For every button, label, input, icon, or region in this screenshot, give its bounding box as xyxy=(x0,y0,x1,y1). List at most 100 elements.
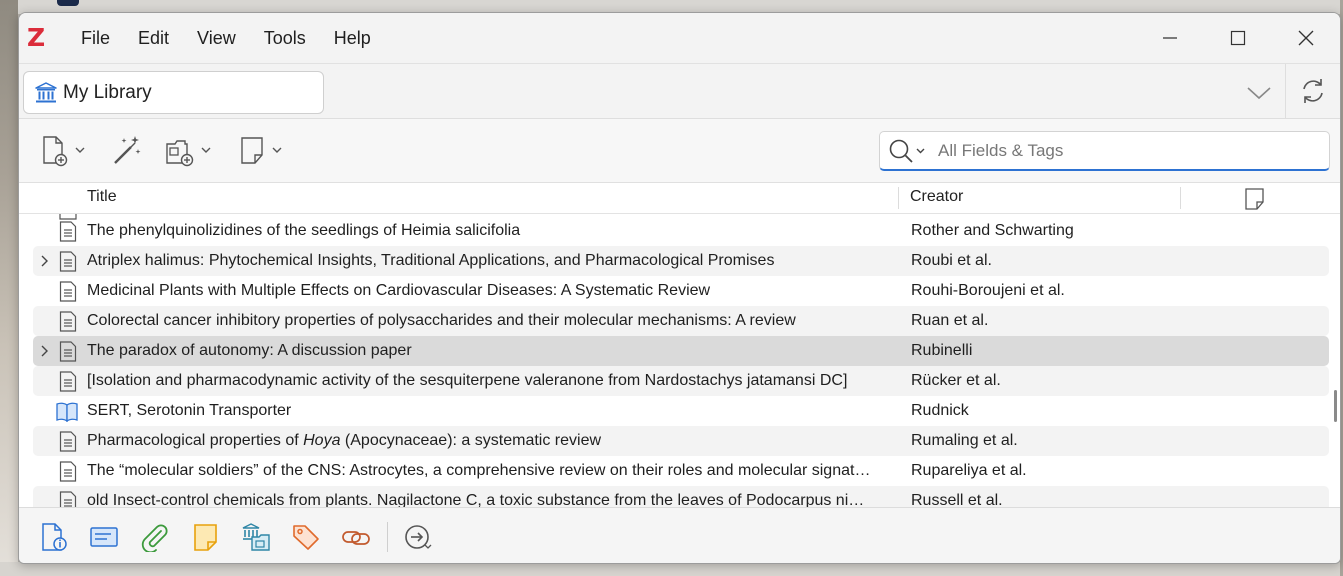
item-title: Pharmacological properties of Hoya (Apoc… xyxy=(87,432,893,450)
document-icon xyxy=(59,431,77,452)
zotero-window: Z File Edit View Tools Help My Library A… xyxy=(18,12,1341,564)
scrollbar-thumb[interactable] xyxy=(1334,390,1337,422)
menu-help[interactable]: Help xyxy=(320,26,385,50)
item-title: [Isolation and pharmacodynamic activity … xyxy=(87,372,848,389)
item-creator: Rudnick xyxy=(911,402,969,419)
desktop-background-bottom xyxy=(0,562,1343,576)
item-title: Colorectal cancer inhibitory properties … xyxy=(87,312,796,329)
search-box[interactable] xyxy=(879,131,1330,171)
column-header-row: Title Creator xyxy=(19,183,1340,214)
item-creator: Ruan et al. xyxy=(911,312,989,329)
divider xyxy=(1285,64,1286,120)
search-input[interactable] xyxy=(938,138,1318,164)
table-row[interactable]: Atriplex halimus: Phytochemical Insights… xyxy=(33,246,1329,276)
chevron-right-icon[interactable] xyxy=(37,343,53,359)
taskbar-chip xyxy=(57,0,79,6)
libraries-collections-icon[interactable] xyxy=(241,522,271,552)
new-note-button[interactable] xyxy=(239,135,291,167)
item-title-part: (Apocynaceae): a systematic review xyxy=(340,432,602,449)
new-item-button[interactable] xyxy=(41,135,93,167)
items-list[interactable]: The phenylquinolizidines of the seedling… xyxy=(19,214,1340,507)
item-title-italic: Hoya xyxy=(303,432,341,449)
table-row[interactable]: The phenylquinolizidines of the seedling… xyxy=(33,216,1329,246)
library-selector[interactable]: My Library xyxy=(23,71,324,114)
item-title: The phenylquinolizidines of the seedling… xyxy=(87,222,521,239)
item-title: The paradox of autonomy: A discussion pa… xyxy=(87,342,412,359)
table-row[interactable]: Colorectal cancer inhibitory properties … xyxy=(33,306,1329,336)
column-divider[interactable] xyxy=(898,187,899,209)
document-icon xyxy=(59,221,77,242)
title-bar: Z File Edit View Tools Help xyxy=(19,13,1340,63)
item-creator: Rupareliya et al. xyxy=(911,462,1027,479)
document-icon xyxy=(59,461,77,482)
document-icon xyxy=(59,311,77,332)
table-row[interactable]: [Isolation and pharmacodynamic activity … xyxy=(33,366,1329,396)
chevron-down-icon[interactable] xyxy=(1244,78,1274,108)
item-creator: Roubi et al. xyxy=(911,252,992,269)
item-title: old Insect-control chemicals from plants… xyxy=(87,492,865,507)
items-toolbar xyxy=(19,119,1340,183)
library-name: My Library xyxy=(63,81,152,103)
menu-file[interactable]: File xyxy=(67,26,124,50)
add-by-identifier-button[interactable] xyxy=(111,135,143,167)
column-header-creator[interactable]: Creator xyxy=(910,188,963,206)
document-icon xyxy=(59,281,77,302)
menu-view[interactable]: View xyxy=(183,26,250,50)
maximize-button[interactable] xyxy=(1204,13,1272,63)
minimize-button[interactable] xyxy=(1136,13,1204,63)
item-creator: Rumaling et al. xyxy=(911,432,1018,449)
item-title: The “molecular soldiers” of the CNS: Ast… xyxy=(87,462,871,479)
table-row-selected[interactable]: The paradox of autonomy: A discussion pa… xyxy=(33,336,1329,366)
maximize-icon xyxy=(1230,30,1246,46)
note-icon[interactable] xyxy=(191,522,221,552)
chevron-right-icon[interactable] xyxy=(37,253,53,269)
document-icon xyxy=(59,251,77,272)
new-item-icon xyxy=(43,136,85,167)
minimize-icon xyxy=(1163,37,1177,39)
abstract-icon[interactable] xyxy=(89,522,119,552)
item-title: SERT, Serotonin Transporter xyxy=(87,402,292,419)
tag-icon[interactable] xyxy=(291,522,321,552)
table-row[interactable]: old Insect-control chemicals from plants… xyxy=(33,486,1329,507)
column-header-title[interactable]: Title xyxy=(87,188,117,206)
document-icon xyxy=(59,491,77,507)
locate-icon[interactable] xyxy=(403,522,433,552)
item-creator: Rubinelli xyxy=(911,342,973,359)
new-collection-button[interactable] xyxy=(165,135,217,167)
item-creator: Rücker et al. xyxy=(911,372,1001,389)
item-creator: Rouhi-Boroujeni et al. xyxy=(911,282,1065,299)
attachment-icon[interactable] xyxy=(139,522,169,552)
table-row[interactable]: SERT, Serotonin Transporter Rudnick xyxy=(33,396,1329,426)
item-title-part: Pharmacological properties of xyxy=(87,432,304,449)
book-icon xyxy=(56,402,78,422)
add-attachment-icon xyxy=(166,140,211,167)
desktop-background-left xyxy=(0,0,18,576)
sync-icon[interactable] xyxy=(1298,76,1328,106)
column-divider[interactable] xyxy=(1180,187,1181,209)
library-icon xyxy=(35,81,57,102)
library-bar: My Library xyxy=(19,63,1340,120)
menu-bar: File Edit View Tools Help xyxy=(67,26,385,50)
item-title: Medicinal Plants with Multiple Effects o… xyxy=(87,282,711,299)
note-icon xyxy=(241,137,282,164)
table-row[interactable]: Pharmacological properties of Hoya (Apoc… xyxy=(33,426,1329,456)
table-row[interactable]: Medicinal Plants with Multiple Effects o… xyxy=(33,276,1329,306)
related-icon[interactable] xyxy=(341,522,371,552)
zotero-logo-icon: Z xyxy=(27,23,46,52)
item-info-icon[interactable] xyxy=(39,522,69,552)
item-creator: Rother and Schwarting xyxy=(911,222,1074,239)
item-title: Atriplex halimus: Phytochemical Insights… xyxy=(87,252,775,269)
search-icon xyxy=(889,139,925,163)
document-icon xyxy=(59,341,77,362)
magic-wand-icon xyxy=(114,136,141,164)
menu-edit[interactable]: Edit xyxy=(124,26,183,50)
item-creator: Russell et al. xyxy=(911,492,1003,507)
divider xyxy=(387,522,388,552)
close-icon xyxy=(1298,30,1314,46)
document-icon xyxy=(59,371,77,392)
menu-tools[interactable]: Tools xyxy=(250,26,320,50)
close-button[interactable] xyxy=(1272,13,1340,63)
item-pane-sidenav xyxy=(19,507,1340,563)
table-row[interactable]: The “molecular soldiers” of the CNS: Ast… xyxy=(33,456,1329,486)
column-header-notes-icon[interactable] xyxy=(1244,187,1266,211)
